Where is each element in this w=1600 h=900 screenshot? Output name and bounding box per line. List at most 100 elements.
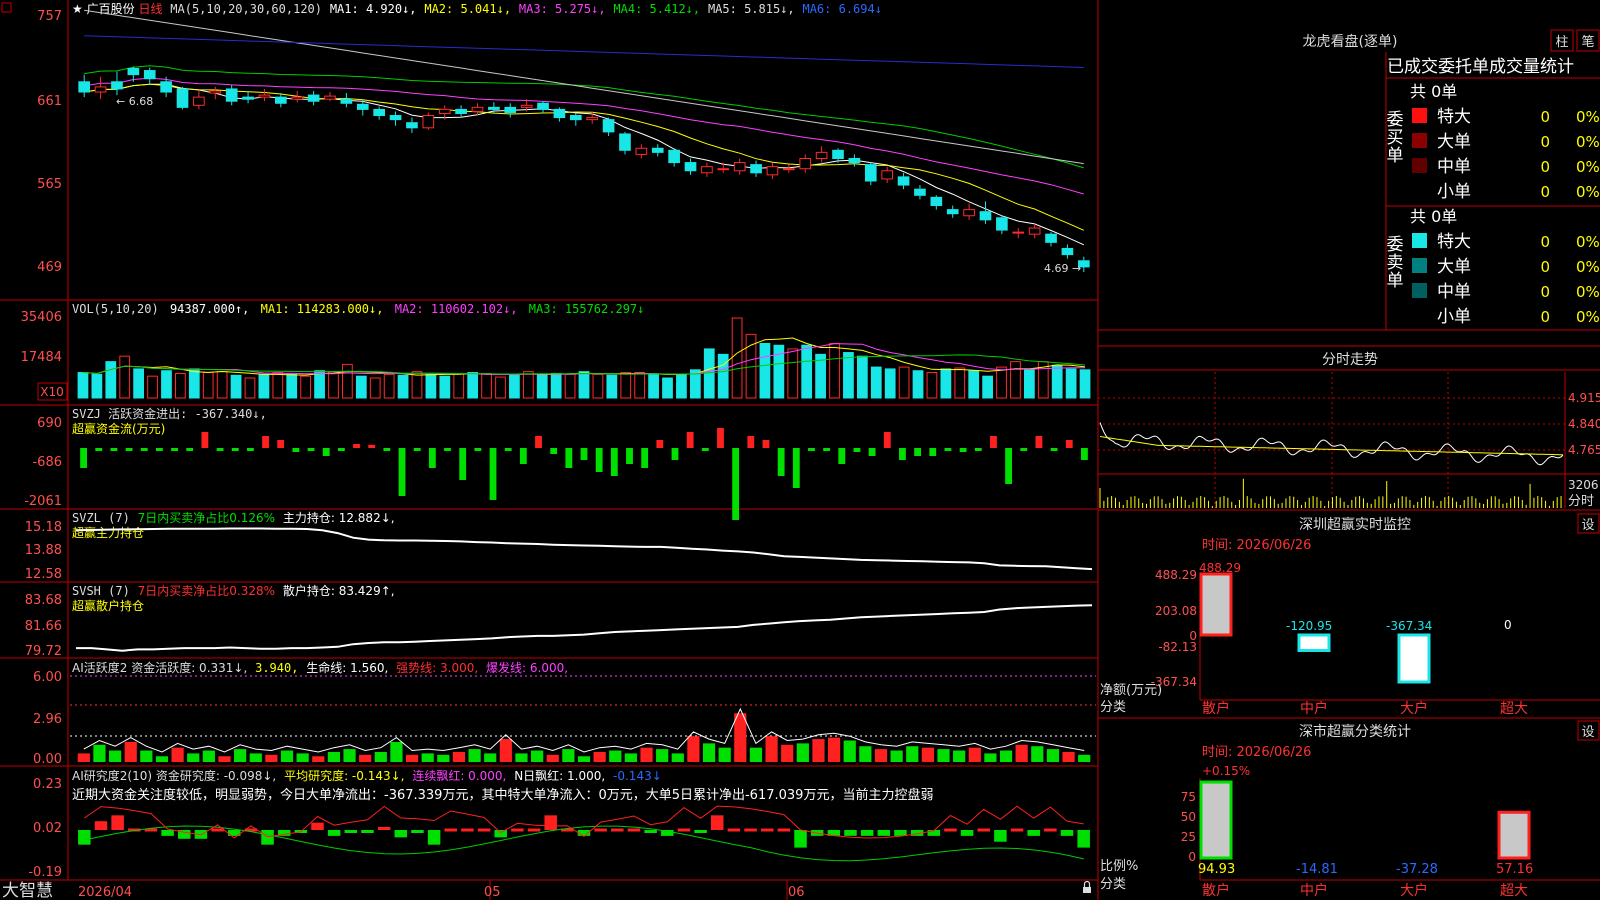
aihyd-bar [405, 754, 419, 762]
szcls-title: 深市超赢分类统计 [1299, 723, 1411, 740]
szcls-bar [1199, 780, 1233, 860]
candle-body [406, 122, 418, 129]
aihyd-bar [249, 753, 262, 762]
svzj-bar [732, 448, 740, 520]
aihyd-bar [562, 749, 575, 762]
szrt-bar [1397, 633, 1431, 684]
svzl-subtitle: 超赢主力持仓 [72, 525, 144, 540]
szcls-category-label: 超大 [1500, 883, 1528, 899]
svzj-bar [974, 448, 982, 451]
aiyj-bar [361, 830, 374, 833]
svzj-bar [140, 448, 148, 451]
svzj-bar [110, 448, 118, 451]
svzj-bar [792, 448, 800, 488]
svzj-bar [413, 448, 421, 451]
svzl-header: SVZL (7) 7日内买卖净占比0.126% 主力持仓: 12.882↓, [72, 510, 395, 525]
szrt-value-label: 488.29 [1199, 561, 1241, 575]
svzj-bar [292, 448, 300, 452]
szrt-category-label: 超大 [1500, 701, 1528, 717]
szrt-settings-label: 设 [1581, 518, 1594, 533]
aihyd-tick: 6.00 [33, 670, 62, 685]
aiyj-bar [394, 830, 408, 838]
candle-body [438, 108, 451, 114]
szrt-ylabel: 净额(万元) [1100, 683, 1162, 698]
svsh-tick: 79.72 [25, 644, 62, 659]
volume-bar [676, 373, 687, 399]
volume-bar [147, 375, 158, 399]
szrt-title: 深圳超赢实时监控 [1299, 516, 1411, 533]
aihyd-bar [765, 736, 778, 762]
svzj-bar [990, 436, 997, 448]
szrt-category-label: 中户 [1300, 700, 1328, 717]
price-tick: 469 [37, 260, 62, 275]
candle-body [291, 96, 304, 100]
svzj-bar [686, 432, 694, 448]
candle-body [193, 96, 205, 106]
buy-total: 共 0单 [1410, 82, 1457, 101]
aiyj-bar [844, 830, 857, 836]
candle-body [996, 217, 1008, 231]
szcls-value-label: 94.93 [1198, 862, 1235, 877]
aihyd-bar [187, 753, 200, 762]
candle-body [1061, 247, 1074, 256]
szcls-date: 时间: 2026/06/26 [1202, 745, 1311, 760]
aihyd-bar [921, 747, 934, 762]
volume-bar [1023, 368, 1035, 399]
volume-bar [425, 373, 437, 399]
volume-bar [968, 370, 980, 399]
szcls-top-label: +0.15% [1202, 764, 1250, 778]
szrt-value-label: -120.95 [1286, 619, 1332, 633]
volume-bar [272, 372, 284, 399]
svzj-bar [231, 448, 239, 451]
aihyd-bar [843, 740, 856, 762]
low-price-label: 4.69 → [1044, 262, 1081, 275]
candle-body [389, 115, 402, 121]
ma6-readout: MA6: 6.694↓ [802, 2, 881, 16]
lhb-row-pct: 0% [1576, 183, 1600, 201]
svzj-bar [322, 448, 330, 456]
volume-bar [662, 377, 673, 399]
candle-body [717, 168, 730, 171]
aihyd-bar [890, 750, 903, 762]
aihyd-bar [108, 750, 122, 762]
intraday-tick: 4.765 [1568, 443, 1600, 457]
svzl-tick: 15.18 [25, 520, 62, 535]
aihyd-bar [171, 747, 184, 762]
aihyd-bar [546, 754, 559, 762]
candle-body [897, 176, 910, 186]
volume-bar [509, 374, 520, 399]
vol-tick: 17484 [21, 350, 62, 365]
svzj-bar [595, 448, 603, 472]
aiyj-bar [627, 828, 641, 832]
intraday-title: 分时走势 [1322, 352, 1378, 368]
intraday-unit: 分时 [1568, 494, 1594, 509]
svsh-tick: 81.66 [25, 619, 62, 634]
volume-bar [564, 373, 576, 399]
volume-bar [954, 367, 966, 399]
aiyj-bar [511, 828, 524, 832]
intraday-vol-tick: 3206 [1568, 478, 1599, 492]
szcls-tick: 0 [1188, 850, 1196, 864]
volume-bar [912, 370, 924, 399]
aihyd-bar [124, 741, 137, 762]
aihyd-bar [624, 753, 637, 762]
candle-body [881, 170, 893, 180]
svzj-bar [944, 448, 952, 451]
svzj-bar [610, 448, 618, 476]
svzj-subtitle: 超赢资金流(万元) [72, 421, 165, 436]
volume-bar [481, 372, 492, 399]
aiyj-bar [111, 815, 124, 830]
volume-bar [439, 375, 451, 399]
lhb-row-pct: 0% [1576, 133, 1600, 151]
aihyd-bar [140, 750, 153, 762]
aihyd-bar [859, 746, 872, 762]
svzj-bar [777, 448, 785, 476]
lhb-row-value: 0 [1540, 308, 1550, 326]
candle-body [569, 115, 582, 121]
svzj-bar [1050, 448, 1058, 451]
intraday-tick: 4.915 [1568, 391, 1600, 405]
candle-body [832, 149, 844, 159]
candle-body [78, 81, 91, 93]
candle-body [1012, 231, 1025, 234]
volume-bar [926, 372, 938, 399]
